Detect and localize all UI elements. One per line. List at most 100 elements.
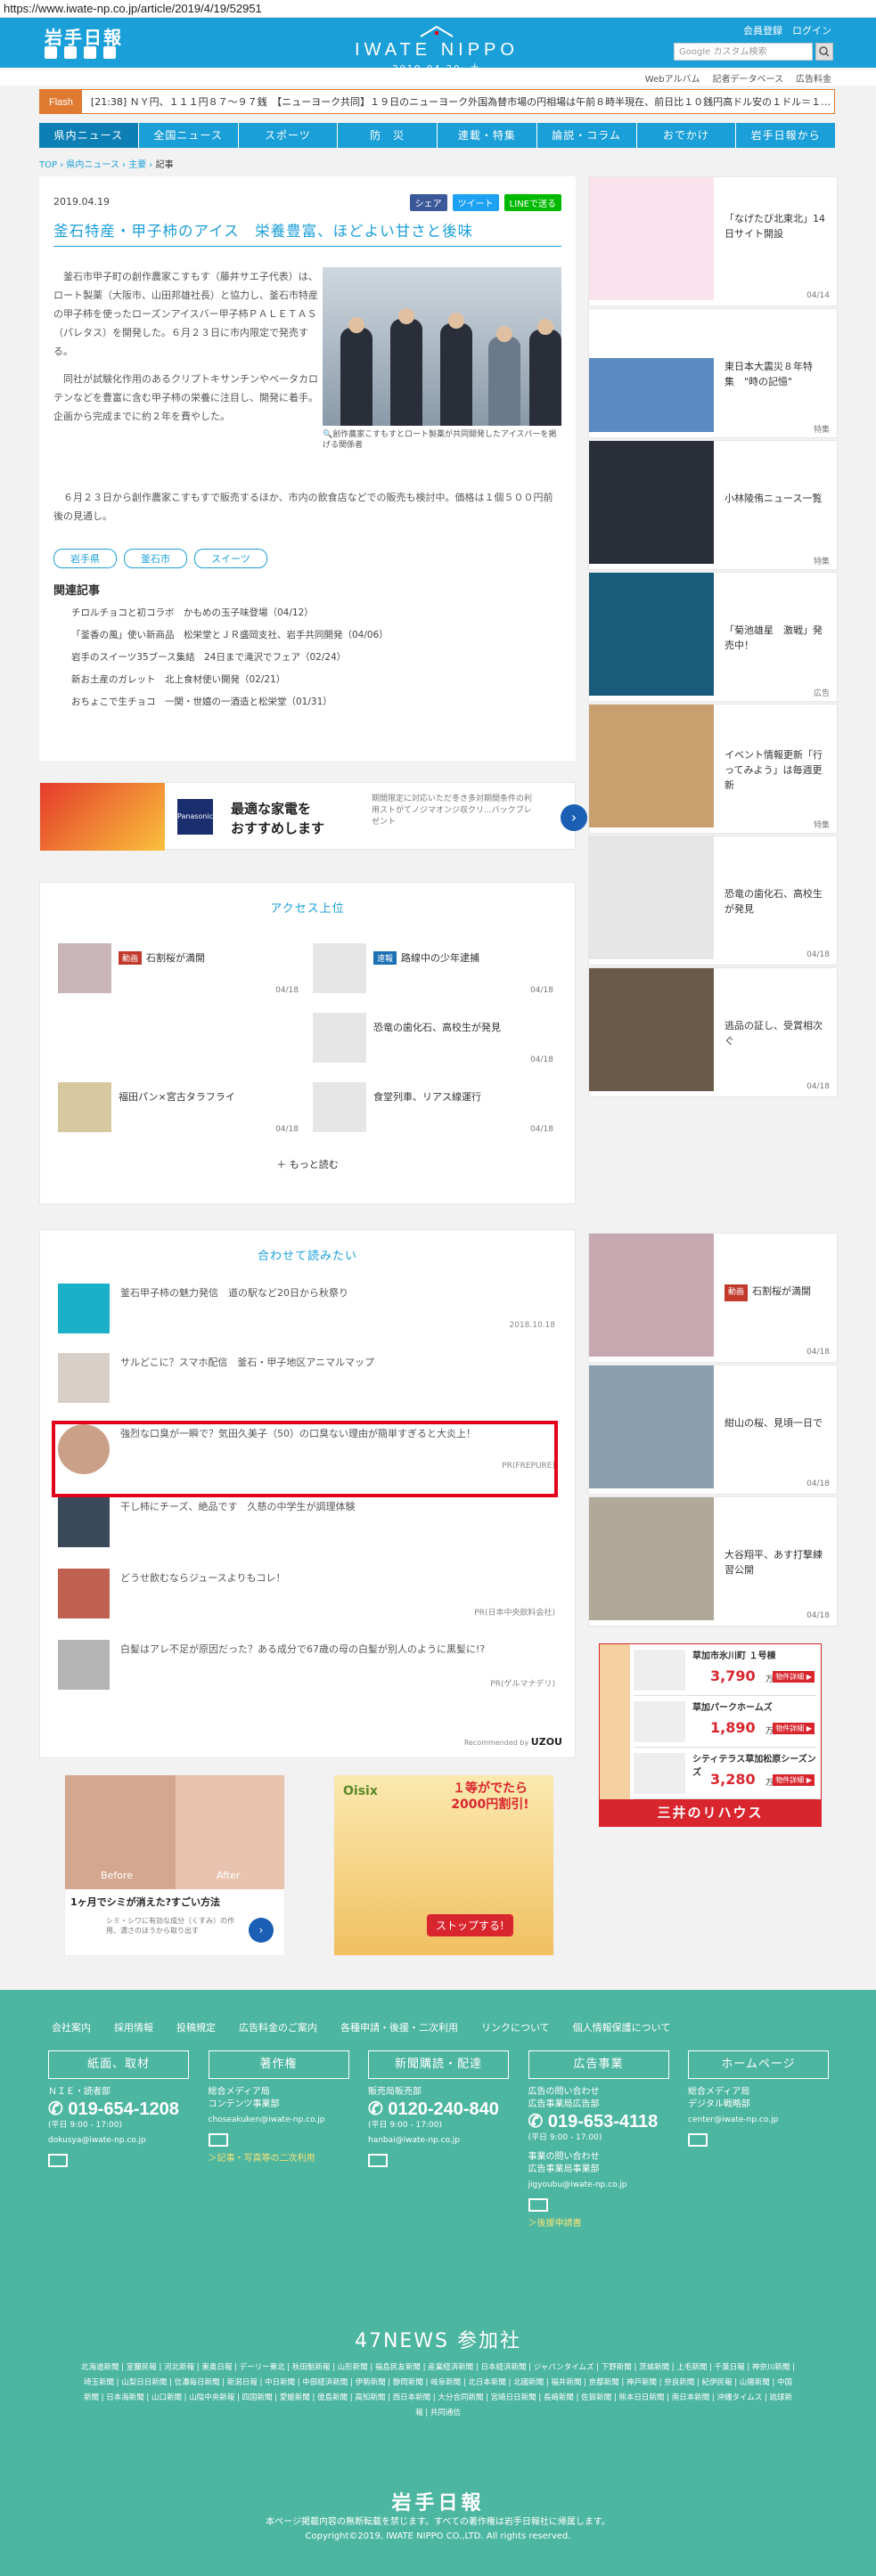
- search-button[interactable]: [815, 43, 833, 61]
- sidebar-card[interactable]: 大谷翔平、あす打撃練習公開 04/18: [588, 1496, 838, 1626]
- twitter-share-button[interactable]: ツイート: [452, 194, 499, 211]
- address-bar[interactable]: https://www.iwate-np.co.jp/article/2019/…: [0, 0, 876, 18]
- footer-link[interactable]: 広告料金のご案内: [239, 2020, 317, 2034]
- mail-icon[interactable]: [688, 2133, 708, 2147]
- detail-button[interactable]: 物件詳細 ▶: [773, 1774, 815, 1786]
- sponsor-application-link[interactable]: ＞後援申請書: [528, 2215, 669, 2229]
- nav-disaster[interactable]: 防 災: [338, 123, 438, 148]
- property-row[interactable]: 草加パークホームズ 1,890 万円 物件詳細 ▶: [634, 1698, 816, 1748]
- email[interactable]: dokusya@iwate-np.co.jp: [48, 2135, 189, 2147]
- sidebar-card[interactable]: 動画 石割桜が満開 04/18: [588, 1233, 838, 1363]
- footer-logo[interactable]: 岩手日報: [0, 2487, 876, 2515]
- tag-kamaishi[interactable]: 釜石市: [124, 549, 187, 568]
- mail-icon[interactable]: [48, 2154, 68, 2167]
- flash-text[interactable]: [21:38] ＮＹ円、１１１円８７～９７銭 【ニューヨーク共同】１９日のニュー…: [82, 94, 831, 109]
- nav-sports[interactable]: スポーツ: [239, 123, 339, 148]
- mail-icon[interactable]: [368, 2154, 388, 2167]
- twitter-icon[interactable]: [45, 46, 57, 59]
- email[interactable]: jigyoubu@iwate-np.co.jp: [528, 2180, 669, 2191]
- n47-member-list[interactable]: 北海道新聞 | 室蘭民報 | 河北新報 | 東奥日報 | デーリー東北 | 秋田…: [80, 2360, 796, 2421]
- list-item[interactable]: 恐竜の歯化石、高校生が発見 04/18: [313, 1013, 553, 1072]
- nav-from-nippo[interactable]: 岩手日報から: [736, 123, 835, 148]
- footer-link[interactable]: 個人情報保護について: [573, 2020, 671, 2034]
- line-share-button[interactable]: LINEで送る: [503, 194, 561, 211]
- login-link[interactable]: ログイン: [792, 25, 831, 37]
- list-item[interactable]: サルどこに？スマホ配信 釜石・甲子地区アニマルマップ: [58, 1349, 559, 1410]
- ad-arrow-button[interactable]: ›: [249, 1918, 274, 1943]
- center-logo[interactable]: IWATE NIPPO 2019.04.20. 土: [348, 25, 526, 74]
- footer-link[interactable]: 投稿規定: [176, 2020, 216, 2034]
- related-item[interactable]: チロルチョコと初コラボ かもめの玉子味登場（04/12）: [71, 602, 389, 624]
- footer-link[interactable]: 各種申請・後援・二次利用: [340, 2020, 458, 2034]
- footer-link[interactable]: リンクについて: [481, 2020, 550, 2034]
- card-date: 04/18: [806, 1480, 830, 1488]
- sidebar-card[interactable]: 恐竜の歯化石、高校生が発見 04/18: [588, 836, 838, 966]
- property-row[interactable]: 草加市氷川町 １号棟 3,790 万円 物件詳細 ▶: [634, 1646, 816, 1696]
- list-item[interactable]: 動画 石割桜が満開 04/18: [58, 943, 299, 1002]
- ad-arrow-button[interactable]: ›: [561, 804, 587, 831]
- phone-number[interactable]: ✆ 019-654-1208: [48, 2099, 189, 2120]
- list-item[interactable]: 速報 路線中の少年逮捕 04/18: [313, 943, 553, 1002]
- nav-local-news[interactable]: 県内ニュース: [39, 123, 139, 148]
- list-item[interactable]: 白髪はアレ不足が原因だった？ある成分で67歳の母の白髪が別人のように黒髪に!? …: [58, 1636, 559, 1697]
- footer-link[interactable]: 採用情報: [114, 2020, 153, 2034]
- list-item[interactable]: どうせ飲むならジュースよりもコレ！ PR(日本中央飲料会社): [58, 1565, 559, 1626]
- list-item[interactable]: 福田パン×宮古タラフライ 04/18: [58, 1082, 299, 1141]
- sidebar-card[interactable]: 「菊池雄星 激戦」発売中！ 広告: [588, 572, 838, 702]
- list-item[interactable]: 干し柿にチーズ、絶品です 久慈の中学生が調理体験: [58, 1494, 559, 1554]
- secondary-use-link[interactable]: ＞記事・写真等の二次利用: [209, 2150, 349, 2164]
- member-register-link[interactable]: 会員登録: [743, 25, 782, 37]
- sidebar-card[interactable]: 紺山の桜、見頃一日で 04/18: [588, 1365, 838, 1495]
- facebook-icon[interactable]: [64, 46, 77, 59]
- appliance-ad[interactable]: Panasonic 最適な家電を おすすめします 期間限定に対応いただ冬き多対期…: [39, 782, 587, 851]
- list-item[interactable]: 食堂列車、リアス線運行 04/18: [313, 1082, 553, 1141]
- email[interactable]: hanbai@iwate-np.co.jp: [368, 2135, 509, 2147]
- nav-editorials[interactable]: 論説・コラム: [537, 123, 637, 148]
- more-button[interactable]: ＋ もっと読む: [40, 1157, 575, 1171]
- youtube-icon[interactable]: [84, 46, 96, 59]
- sidebar-card[interactable]: 逃品の証し、受賞相次ぐ 04/18: [588, 967, 838, 1097]
- email[interactable]: center@iwate-np.co.jp: [688, 2115, 829, 2126]
- list-item[interactable]: 釜石甲子柿の魅力発信 道の駅など20日から秋祭り 2018.10.18: [58, 1280, 559, 1341]
- nav-outings[interactable]: おでかけ: [637, 123, 737, 148]
- site-footer: 会社案内 採用情報 投稿規定 広告料金のご案内 各種申請・後援・二次利用 リンク…: [0, 1990, 876, 2576]
- sidebar-card[interactable]: 東日本大震災８年特集 "時の記憶" 特集: [588, 308, 838, 438]
- phone-number[interactable]: ✆ 0120-240-840: [368, 2099, 509, 2120]
- breadcrumb-local[interactable]: 県内ニュース: [66, 160, 119, 170]
- sidebar-card[interactable]: 「なげたび北東北」14日サイト開設 04/14: [588, 176, 838, 306]
- search-input[interactable]: Google カスタム検索: [674, 43, 813, 61]
- article-photo[interactable]: [323, 267, 561, 426]
- detail-button[interactable]: 物件詳細 ▶: [773, 1723, 815, 1734]
- breadcrumb-main[interactable]: 主要: [128, 160, 146, 170]
- instagram-icon[interactable]: [103, 46, 116, 59]
- realestate-ad[interactable]: 草加市氷川町 １号棟 3,790 万円 物件詳細 ▶ 草加パークホームズ 1,8…: [599, 1643, 822, 1827]
- mail-icon[interactable]: [208, 2133, 228, 2147]
- footer-link[interactable]: 会社案内: [52, 2020, 91, 2034]
- reporter-db-link[interactable]: 記者データベース: [713, 71, 784, 85]
- breadcrumb-top[interactable]: TOP: [39, 160, 57, 170]
- oisix-ad[interactable]: Oisix １等がでたら 2000円割引! ストップする!: [333, 1774, 554, 1956]
- sidebar-card[interactable]: 小林陵侑ニュース一覧 特集: [588, 440, 838, 570]
- mail-icon[interactable]: [528, 2198, 548, 2212]
- sidebar-card[interactable]: イベント情報更新「行ってみよう」は毎週更新 特集: [588, 704, 838, 834]
- credit-brand[interactable]: UZOU: [531, 1736, 562, 1748]
- skin-ad[interactable]: Before After 1ヶ月でシミが消えた?すごい方法 シミ・シワに有効な成…: [64, 1774, 285, 1956]
- facebook-share-button[interactable]: シェア: [409, 194, 447, 211]
- related-item[interactable]: おちょこで生チョコ 一関・世嬉の一酒造と松栄堂（01/31）: [71, 691, 389, 713]
- web-album-link[interactable]: Webアルバム: [645, 71, 700, 85]
- ad-stop-button[interactable]: ストップする!: [427, 1914, 513, 1936]
- tag-iwate[interactable]: 岩手県: [53, 549, 117, 568]
- related-item[interactable]: 新お土産のガレット 北上食材使い開発（02/21）: [71, 669, 389, 691]
- related-item[interactable]: 「釜香の風」使い新商品 松栄堂とＪＲ盛岡支社、岩手共同開発（04/06）: [71, 624, 389, 647]
- phone-number[interactable]: ✆ 019-653-4118: [528, 2111, 669, 2132]
- ad-rates-link[interactable]: 広告料金: [796, 71, 831, 85]
- email[interactable]: choseakuken@iwate-np.co.jp: [209, 2115, 349, 2126]
- flash-news-bar[interactable]: Flash [21:38] ＮＹ円、１１１円８７～９７銭 【ニューヨーク共同】１…: [39, 89, 835, 114]
- tag-sweets[interactable]: スイーツ: [194, 549, 267, 568]
- site-logo[interactable]: 岩手日報: [45, 23, 123, 49]
- nav-features[interactable]: 連載・特集: [438, 123, 537, 148]
- nav-national-news[interactable]: 全国ニュース: [139, 123, 239, 148]
- detail-button[interactable]: 物件詳細 ▶: [773, 1671, 815, 1683]
- property-row[interactable]: シティテラス草加松原シーズンズ 3,280 万円 物件詳細 ▶: [634, 1749, 816, 1799]
- related-item[interactable]: 岩手のスイーツ35ブース集結 24日まで滝沢でフェア（02/24）: [71, 647, 389, 669]
